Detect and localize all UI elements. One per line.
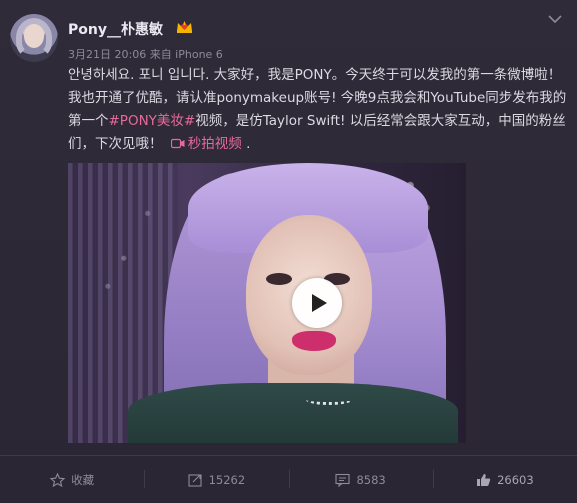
play-icon xyxy=(312,294,327,312)
comment-button[interactable]: 8583 xyxy=(288,456,433,503)
avatar-face xyxy=(24,24,44,48)
video-player[interactable]: 秒拍 xyxy=(68,163,466,443)
like-button[interactable]: 26603 xyxy=(432,456,577,503)
repost-button[interactable]: 15262 xyxy=(144,456,288,503)
favorite-label: 收藏 xyxy=(71,472,95,487)
repost-count: 15262 xyxy=(208,472,246,487)
star-icon xyxy=(50,472,66,487)
chevron-down-icon[interactable] xyxy=(548,14,562,24)
post-text: 안녕하세요. 포니 입니다. 大家好，我是PONY。今天终于可以发我的第一条微博… xyxy=(68,64,568,156)
avatar[interactable] xyxy=(10,14,58,62)
repost-icon xyxy=(188,473,202,487)
video-link-suffix: . xyxy=(241,136,251,152)
video-link[interactable]: 秒拍视频 xyxy=(188,136,242,152)
video-link-icon[interactable] xyxy=(170,138,185,149)
vip-crown-icon[interactable] xyxy=(176,19,193,34)
favorite-button[interactable]: 收藏 xyxy=(0,456,144,503)
weibo-post-card: Pony__朴惠敏 3月21日 20:06 来自 iPhone 6 안녕하세요.… xyxy=(0,0,577,503)
thumbs-up-icon xyxy=(477,473,491,486)
video-necklace xyxy=(306,395,352,405)
action-bar: 收藏 15262 8583 26603 xyxy=(0,456,577,503)
post-meta: 3月21日 20:06 来自 iPhone 6 xyxy=(68,48,223,61)
hashtag-link[interactable]: #PONY美妆# xyxy=(109,113,196,129)
video-eye-left xyxy=(266,273,292,285)
play-button[interactable] xyxy=(292,278,342,328)
video-lips xyxy=(292,331,336,351)
comment-count: 8583 xyxy=(356,472,386,487)
comment-icon xyxy=(335,473,351,487)
author-name[interactable]: Pony__朴惠敏 xyxy=(68,19,163,39)
like-count: 26603 xyxy=(497,472,534,487)
video-jacket xyxy=(128,383,458,443)
